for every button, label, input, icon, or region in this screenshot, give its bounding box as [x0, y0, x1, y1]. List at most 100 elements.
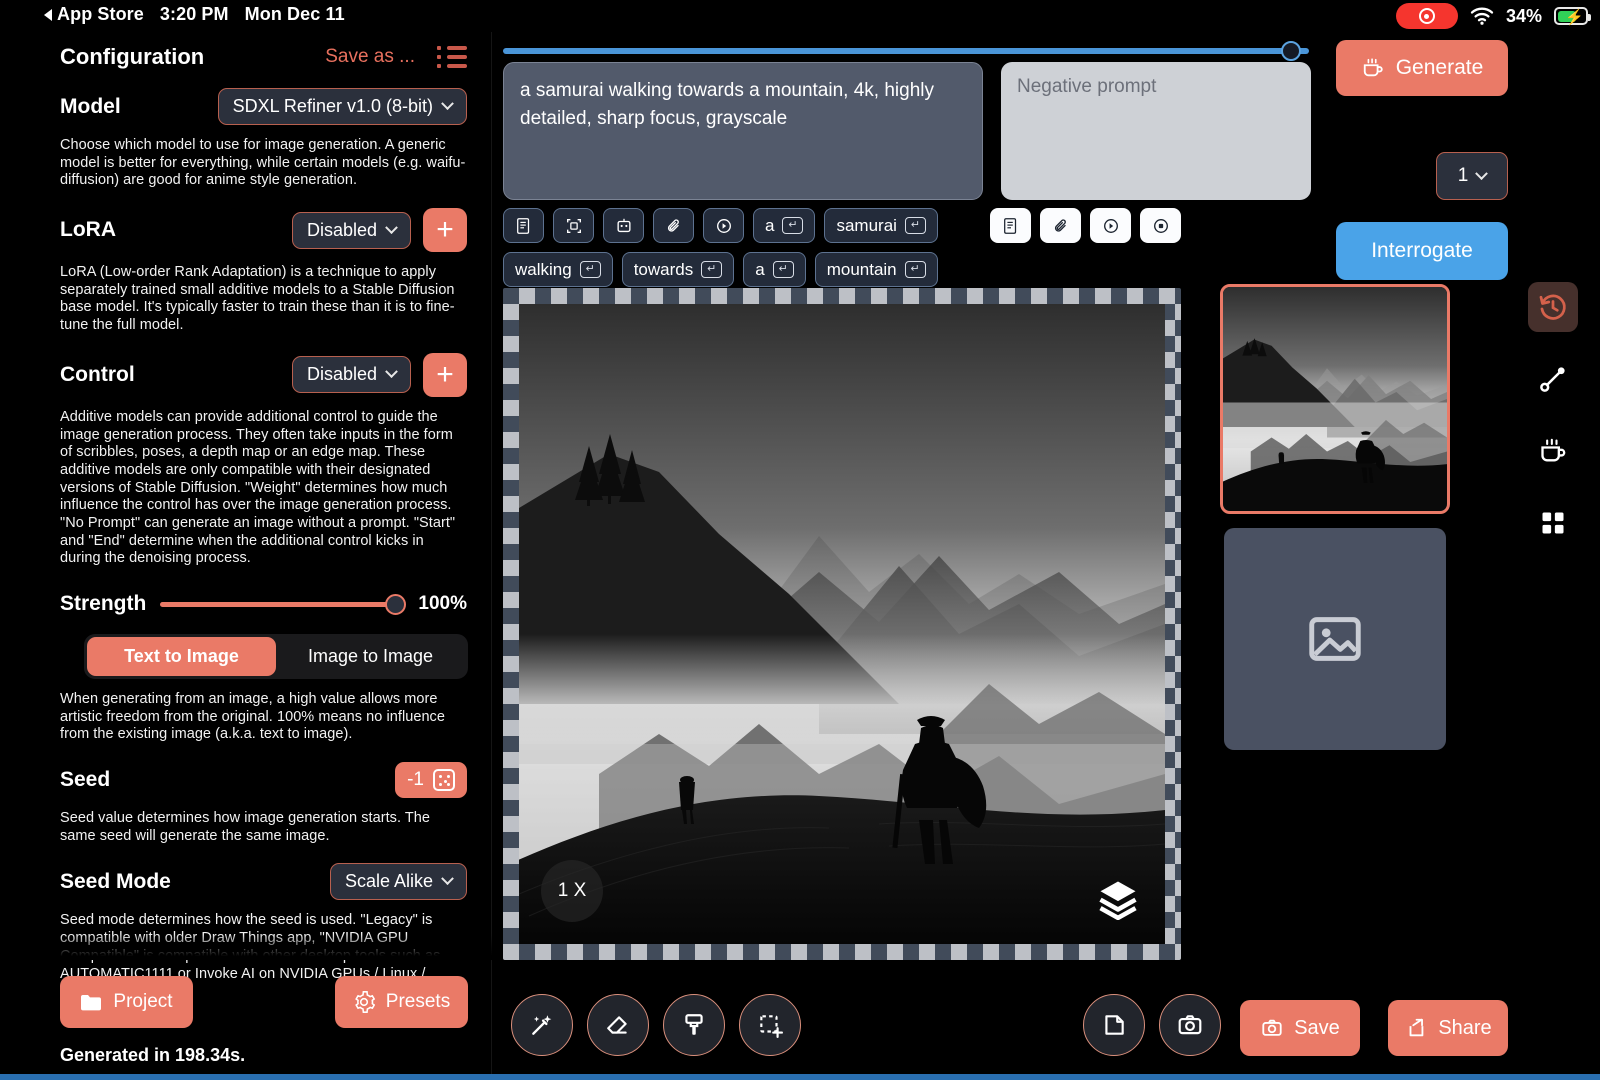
prompt-input[interactable]: a samurai walking towards a mountain, 4k…: [503, 62, 983, 200]
model-value: SDXL Refiner v1.0 (8-bit): [232, 96, 433, 116]
chip-scan-frame[interactable]: [553, 208, 594, 243]
status-bar: App Store 3:20 PM Mon Dec 11 34% ⚡: [0, 0, 1600, 32]
lora-select[interactable]: Disabled: [291, 211, 411, 249]
return-key-icon: ↵: [904, 217, 926, 234]
chip-word-a2[interactable]: a ↵: [743, 252, 806, 287]
control-value: Disabled: [306, 364, 377, 385]
seed-value: -1: [407, 769, 424, 791]
paperclip-icon: [665, 217, 683, 235]
top-slider-knob[interactable]: [1281, 41, 1301, 61]
strength-slider-knob[interactable]: [385, 593, 407, 615]
model-select[interactable]: SDXL Refiner v1.0 (8-bit): [217, 88, 467, 125]
eraser-icon: [607, 1016, 627, 1034]
return-key-icon: ↵: [904, 261, 926, 278]
lora-label: LoRA: [60, 218, 116, 242]
dice-icon: [433, 769, 455, 792]
triangle-left-icon: [44, 8, 52, 21]
tab-image-to-image[interactable]: Image to Image: [276, 637, 465, 676]
back-label: App Store: [57, 4, 144, 24]
chip-word-mountain[interactable]: mountain ↵: [814, 252, 938, 287]
status-bar-right: 34% ⚡: [1395, 3, 1591, 29]
eraser-tool[interactable]: [587, 994, 649, 1056]
chip-word-a1[interactable]: a ↵: [753, 208, 816, 243]
add-control-button[interactable]: +: [423, 352, 467, 397]
add-lora-button[interactable]: +: [423, 208, 467, 253]
seed-row: Seed -1: [0, 762, 491, 799]
share-label: Share: [1438, 1016, 1492, 1039]
magic-wand-tool[interactable]: [511, 994, 573, 1056]
link-button[interactable]: [1528, 354, 1578, 404]
coffee-button[interactable]: [1528, 426, 1578, 476]
nchip-paperclip[interactable]: [1040, 208, 1081, 243]
project-button[interactable]: Project: [60, 976, 193, 1028]
chip-word-walking[interactable]: walking ↵: [503, 252, 613, 287]
save-label: Save: [1294, 1016, 1340, 1039]
control-row: Control Disabled +: [0, 352, 491, 397]
generated-thumbnail[interactable]: [1220, 284, 1450, 514]
chip-play-circle[interactable]: [703, 208, 744, 243]
record-pill-icon[interactable]: [1395, 3, 1458, 29]
tab-text-to-image[interactable]: Text to Image: [87, 637, 276, 676]
chip-paperclip[interactable]: [653, 208, 694, 243]
return-key-icon: ↵: [579, 261, 601, 278]
nchip-record-circle[interactable]: [1140, 208, 1181, 243]
play-circle-icon: [715, 217, 733, 235]
seed-value-button[interactable]: -1: [395, 762, 467, 799]
interrogate-button[interactable]: Interrogate: [1336, 222, 1508, 280]
coffee-cup-icon: [1361, 57, 1385, 79]
note-tool[interactable]: [1083, 994, 1145, 1056]
selection-tool[interactable]: [739, 994, 801, 1056]
wifi-icon: [1470, 7, 1494, 25]
camera-tool[interactable]: [1159, 994, 1221, 1056]
zoom-level-badge[interactable]: 1 X: [541, 860, 603, 922]
chip-word-samurai[interactable]: samurai ↵: [824, 208, 938, 243]
save-button[interactable]: Save: [1240, 1000, 1360, 1056]
chip-word-towards[interactable]: towards ↵: [621, 252, 735, 287]
generate-label: Generate: [1395, 56, 1484, 79]
center-panel: a samurai walking towards a mountain, 4k…: [492, 32, 1320, 1080]
chevron-down-icon: [385, 220, 398, 234]
coffee-cup-icon: [1541, 438, 1566, 462]
gear-icon: [353, 991, 375, 1013]
paintbrush-tool[interactable]: [663, 994, 725, 1056]
control-select[interactable]: Disabled: [291, 356, 411, 394]
chip-label: walking: [515, 259, 572, 279]
chip-robot[interactable]: [603, 208, 644, 243]
chip-label: a: [755, 259, 765, 279]
magic-wand-icon: [532, 1015, 552, 1035]
nchip-play-circle[interactable]: [1090, 208, 1131, 243]
seed-mode-select[interactable]: Scale Alike: [329, 863, 467, 901]
seed-mode-row: Seed Mode Scale Alike: [0, 863, 491, 901]
share-button[interactable]: Share: [1388, 1000, 1508, 1056]
generated-in-status: Generated in 198.34s.: [60, 1045, 246, 1065]
history-button[interactable]: [1528, 282, 1578, 332]
paintbrush-icon: [685, 1014, 703, 1035]
negative-prompt-input[interactable]: Negative prompt: [1001, 62, 1311, 200]
sidebar-header: Configuration Save as ...: [0, 32, 491, 70]
list-bullet-icon[interactable]: [437, 46, 467, 68]
save-as-button[interactable]: Save as ...: [325, 46, 415, 68]
empty-thumbnail[interactable]: [1224, 528, 1446, 750]
control-label: Control: [60, 362, 135, 386]
strength-label: Strength: [60, 592, 147, 615]
link-line-icon: [1540, 367, 1565, 392]
back-to-app-store-button[interactable]: App Store: [44, 4, 144, 25]
layers-icon[interactable]: [1097, 878, 1139, 920]
generate-button[interactable]: Generate: [1336, 40, 1508, 96]
presets-button[interactable]: Presets: [335, 976, 468, 1028]
camera-icon: [1178, 1015, 1202, 1035]
image-canvas[interactable]: 1 X: [519, 304, 1165, 944]
batch-count-select[interactable]: 1: [1436, 152, 1508, 200]
nchip-scroll-text[interactable]: [990, 208, 1031, 243]
chip-label: towards: [633, 259, 694, 279]
return-key-icon: ↵: [701, 261, 723, 278]
chip-scroll-text[interactable]: [503, 208, 544, 243]
lora-row: LoRA Disabled +: [0, 208, 491, 253]
strength-slider[interactable]: [160, 593, 407, 615]
control-description: Additive models can provide additional c…: [60, 408, 456, 567]
seed-mode-value: Scale Alike: [344, 871, 433, 892]
status-bar-left: App Store 3:20 PM Mon Dec 11: [44, 4, 345, 25]
grid-button[interactable]: [1528, 498, 1578, 548]
top-progress-slider[interactable]: [503, 40, 1309, 62]
scan-frame-icon: [565, 217, 583, 235]
